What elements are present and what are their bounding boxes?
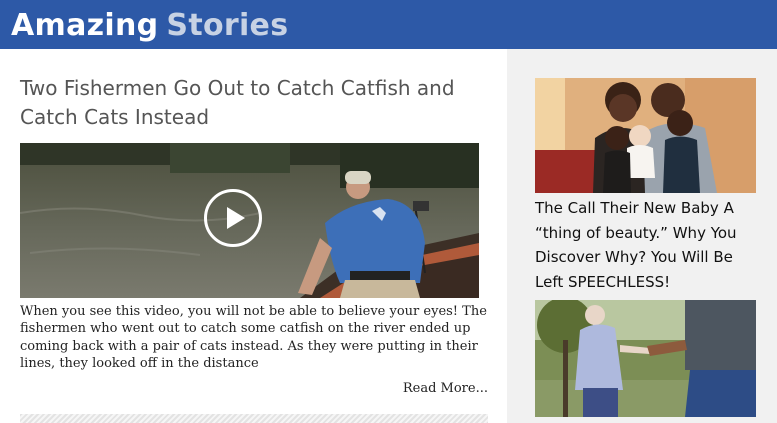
logo-word-amazing: Amazing [11,8,159,43]
play-icon [227,207,245,229]
family-photo-image [535,78,756,193]
article-excerpt: When you see this video, you will not be… [20,304,487,372]
walking-couple-image [535,300,756,417]
read-more-link[interactable]: Read More... [403,381,488,396]
sidebar-item-1-title[interactable]: The Call Their New Baby A “thing of beau… [535,196,759,294]
video-play-button[interactable] [204,189,262,247]
logo-word-stories: Stories [166,8,289,43]
sidebar-item-1-image[interactable] [535,78,756,193]
site-logo[interactable]: Amazing Stories [11,6,288,46]
article-title[interactable]: Two Fishermen Go Out to Catch Catfish an… [20,74,490,132]
sidebar-item-2-image[interactable] [535,300,756,417]
section-divider [20,414,488,423]
site-header: Amazing Stories [0,0,777,49]
